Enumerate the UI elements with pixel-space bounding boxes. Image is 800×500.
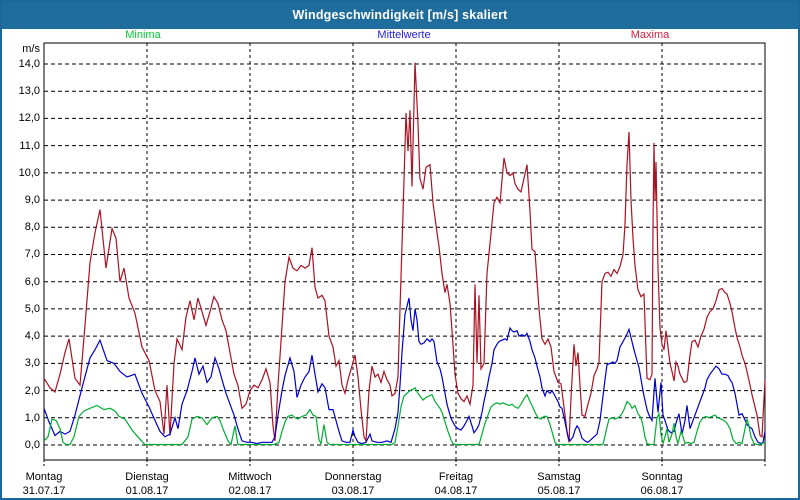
y-tick-label: 1,0 bbox=[24, 411, 40, 424]
day-date-label: 06.08.17 bbox=[640, 485, 684, 497]
day-date-label: 02.08.17 bbox=[228, 485, 272, 497]
y-tick-label: 6,0 bbox=[24, 275, 40, 288]
day-name-label: Freitag bbox=[438, 471, 474, 483]
y-tick-label: 5,0 bbox=[24, 302, 40, 315]
day-name-label: Samstag bbox=[537, 471, 581, 483]
day-name-label: Mittwoch bbox=[228, 471, 272, 483]
y-tick-label: 9,0 bbox=[24, 194, 40, 207]
y-tick-label: 4,0 bbox=[24, 330, 40, 343]
day-date-label: 01.08.17 bbox=[125, 485, 169, 497]
y-tick-label: 13,0 bbox=[18, 85, 40, 98]
app-window: Windgeschwindigkeit [m/s] skaliert Minim… bbox=[0, 0, 800, 500]
day-name-label: Montag bbox=[25, 471, 63, 483]
y-tick-label: 14,0 bbox=[18, 57, 40, 70]
y-tick-label: 12,0 bbox=[18, 112, 40, 125]
day-date-label: 03.08.17 bbox=[331, 485, 375, 497]
y-tick-label: 7,0 bbox=[24, 248, 40, 261]
y-tick-label: 8,0 bbox=[24, 221, 40, 234]
y-tick-label: 11,0 bbox=[19, 139, 40, 152]
y-tick-label: 0,0 bbox=[24, 439, 40, 451]
series-line-maxima bbox=[43, 62, 766, 444]
y-tick-label: 10,0 bbox=[18, 166, 40, 179]
day-date-label: 04.08.17 bbox=[434, 485, 478, 497]
day-name-label: Sonntag bbox=[641, 471, 683, 483]
day-date-label: 05.08.17 bbox=[537, 485, 581, 497]
wind-speed-chart bbox=[43, 42, 766, 467]
y-tick-label: 3,0 bbox=[24, 357, 40, 370]
day-name-label: Dienstag bbox=[125, 471, 169, 483]
day-date-label: 31.07.17 bbox=[22, 485, 66, 497]
day-name-label: Donnerstag bbox=[324, 471, 382, 483]
y-tick-label: 2,0 bbox=[24, 384, 40, 397]
